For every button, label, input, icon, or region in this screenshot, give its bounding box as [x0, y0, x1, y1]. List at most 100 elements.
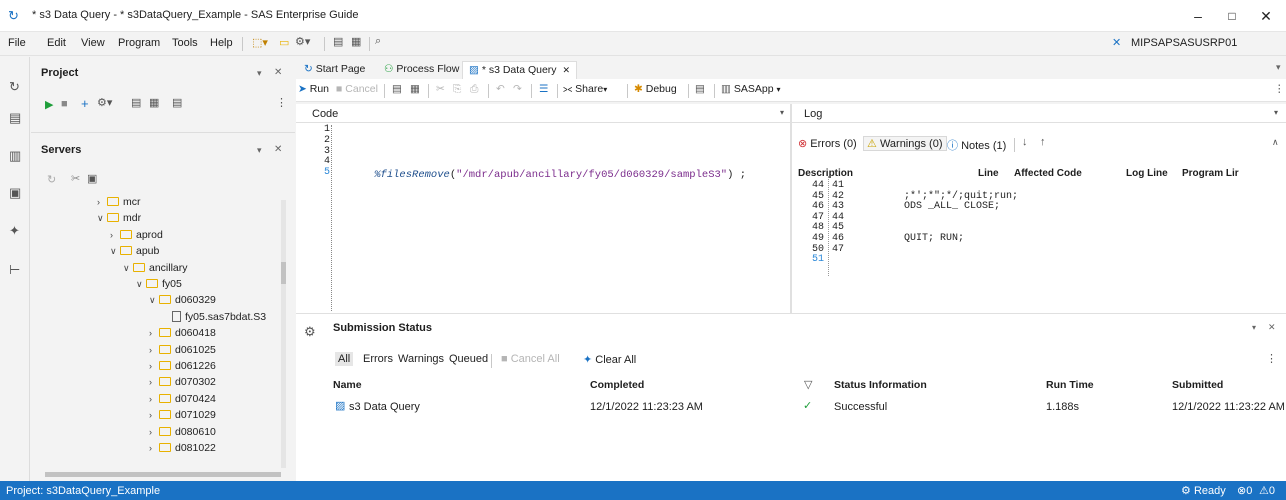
tab-process-flow[interactable]: ⚇ Process Flow	[378, 61, 465, 79]
refresh-icon[interactable]: ↻	[47, 173, 56, 186]
tab-s3-data-query[interactable]: ▨ * s3 Data Query ✕	[462, 61, 578, 79]
save-icon[interactable]: ▤	[392, 83, 402, 95]
redo-icon[interactable]: ↷	[513, 83, 522, 95]
servers-icon[interactable]: ▥	[9, 148, 21, 164]
filter-queued[interactable]: Queued	[449, 353, 488, 365]
column-name[interactable]: Name	[333, 379, 362, 391]
tree-file-item[interactable]: fy05.sas7bdat.S3	[162, 310, 266, 323]
panel-close-icon[interactable]: ✕	[274, 144, 282, 155]
save-all-icon[interactable]: ▦	[351, 35, 361, 48]
chevron-right-icon[interactable]: ›	[149, 361, 159, 371]
tree-folder-item[interactable]: › d070424	[149, 393, 216, 405]
more-icon[interactable]: ⋮	[1274, 83, 1285, 95]
tree-folder-item[interactable]: ∨ apub	[110, 245, 159, 257]
column-header[interactable]: Line	[978, 168, 999, 178]
chevron-down-icon[interactable]: ∨	[97, 213, 107, 224]
clear-all-button[interactable]: ✦ Clear All	[583, 353, 636, 366]
menu-program[interactable]: Program	[118, 37, 160, 49]
run-button[interactable]: ➤ Run	[298, 83, 329, 95]
paste-icon[interactable]: ⎙	[470, 83, 478, 96]
chevron-down-icon[interactable]: ∨	[136, 279, 146, 290]
filter-errors[interactable]: Errors	[363, 353, 393, 365]
error-count[interactable]: ⊗0	[1237, 484, 1252, 497]
cancel-all-button[interactable]: ■ Cancel All	[501, 353, 560, 365]
chevron-right-icon[interactable]: ›	[149, 394, 159, 404]
gear-icon[interactable]: ⚙	[304, 324, 316, 340]
column-header[interactable]: Log Line	[1126, 168, 1168, 178]
save-as-icon[interactable]: ▦	[410, 83, 420, 95]
chevron-right-icon[interactable]: ›	[149, 377, 159, 387]
column-header[interactable]: Program Lir	[1182, 168, 1239, 178]
tree-folder-item[interactable]: › d061226	[149, 360, 216, 372]
hierarchy-icon[interactable]: ✦	[9, 223, 20, 239]
chevron-right-icon[interactable]: ›	[97, 197, 107, 207]
tabs-overflow-icon[interactable]: ▾	[1276, 62, 1281, 73]
chevron-down-icon[interactable]: ∨	[123, 263, 133, 274]
tree-folder-item[interactable]: › mcr	[97, 196, 141, 208]
chevron-right-icon[interactable]: ›	[149, 443, 159, 453]
cut-icon[interactable]: ✂	[436, 83, 445, 95]
copy-icon[interactable]: ⎘	[453, 83, 461, 96]
menu-edit[interactable]: Edit	[47, 37, 66, 49]
errors-filter[interactable]: ⊗ Errors (0)	[798, 137, 857, 150]
tree-folder-item[interactable]: › d080610	[149, 426, 216, 438]
user-name[interactable]: MIPSAPSASUSRP01	[1131, 37, 1237, 49]
library-icon[interactable]: ▣	[87, 172, 97, 185]
tree-folder-item[interactable]: › d070302	[149, 376, 216, 388]
chevron-down-icon[interactable]: ∨	[110, 246, 120, 257]
cancel-button[interactable]: ■ Cancel	[336, 83, 378, 95]
tree-folder-item[interactable]: ∨ mdr	[97, 212, 141, 224]
menu-tools[interactable]: Tools	[172, 37, 198, 49]
flow-icon[interactable]: ⚙▾	[97, 96, 112, 109]
filter-icon[interactable]: ▽	[804, 378, 812, 391]
save-icon[interactable]: ▤	[333, 35, 343, 48]
share-button[interactable]: ⪥ Share▾	[563, 83, 607, 96]
tree-folder-item[interactable]: › d061025	[149, 344, 216, 356]
arrow-down-icon[interactable]: ↓	[1022, 136, 1028, 148]
delete-icon[interactable]: ▦	[149, 96, 159, 109]
tree-folder-item[interactable]: › d071029	[149, 409, 216, 421]
more-icon[interactable]: ⋮	[276, 96, 287, 109]
chevron-right-icon[interactable]: ›	[149, 345, 159, 355]
tree-folder-item[interactable]: ∨ d060329	[149, 294, 216, 306]
document-icon[interactable]: ▤	[9, 110, 21, 126]
panel-menu-icon[interactable]: ▾	[1252, 323, 1256, 332]
format-icon[interactable]: ☰	[539, 83, 548, 95]
debug-button[interactable]: ✱ Debug	[634, 83, 677, 95]
open-folder-icon[interactable]: ▭	[279, 36, 289, 49]
new-icon[interactable]: ⬚▾	[252, 36, 268, 49]
panel-menu-icon[interactable]: ▾	[257, 68, 262, 79]
tab-start-page[interactable]: ↻ Start Page	[298, 61, 371, 79]
disconnect-icon[interactable]: ✂	[71, 172, 80, 185]
panel-menu-icon[interactable]: ▾	[257, 145, 262, 156]
column-submitted[interactable]: Submitted	[1172, 379, 1223, 391]
notes-filter[interactable]: ⓘ Notes (1)	[947, 137, 1006, 153]
tree-hscrollbar[interactable]	[45, 472, 281, 477]
column-status[interactable]: Status Information	[834, 379, 927, 391]
menu-file[interactable]: File	[8, 37, 26, 49]
minimize-button[interactable]: –	[1188, 6, 1208, 26]
chevron-right-icon[interactable]: ›	[149, 328, 159, 338]
chevron-right-icon[interactable]: ›	[149, 410, 159, 420]
chevron-down-icon[interactable]: ▾	[1274, 108, 1278, 117]
tree-folder-item[interactable]: ∨ ancillary	[123, 262, 188, 274]
collapse-icon[interactable]: ∧	[1272, 137, 1279, 148]
chevron-down-icon[interactable]: ∨	[149, 295, 159, 306]
maximize-button[interactable]: □	[1222, 6, 1242, 26]
code-editor[interactable]: 1 2 3 4 5 %filesRemove("/mdr/apub/ancill…	[296, 123, 790, 313]
tree-folder-item[interactable]: › aprod	[110, 229, 163, 241]
more-icon[interactable]: ⋮	[1266, 352, 1277, 365]
table-row[interactable]: ▨ s3 Data Query 12/1/2022 11:23:23 AM ✓︎…	[296, 396, 1286, 416]
chevron-right-icon[interactable]: ›	[110, 230, 120, 240]
warnings-filter[interactable]: ⚠ Warnings (0)	[863, 136, 947, 151]
chevron-down-icon[interactable]: ▾	[780, 108, 784, 117]
tree-vscrollbar[interactable]	[281, 200, 286, 468]
filter-all[interactable]: All	[335, 352, 354, 366]
server-selector[interactable]: ▥ SASApp ▾	[721, 83, 780, 95]
arrow-up-icon[interactable]: ↑	[1040, 136, 1046, 148]
column-completed[interactable]: Completed	[590, 379, 644, 391]
refresh-icon[interactable]: ▤	[172, 96, 182, 109]
add-icon[interactable]: +	[81, 96, 89, 111]
warning-count[interactable]: ⚠0	[1259, 484, 1275, 497]
properties-icon[interactable]: ▤	[131, 96, 141, 109]
